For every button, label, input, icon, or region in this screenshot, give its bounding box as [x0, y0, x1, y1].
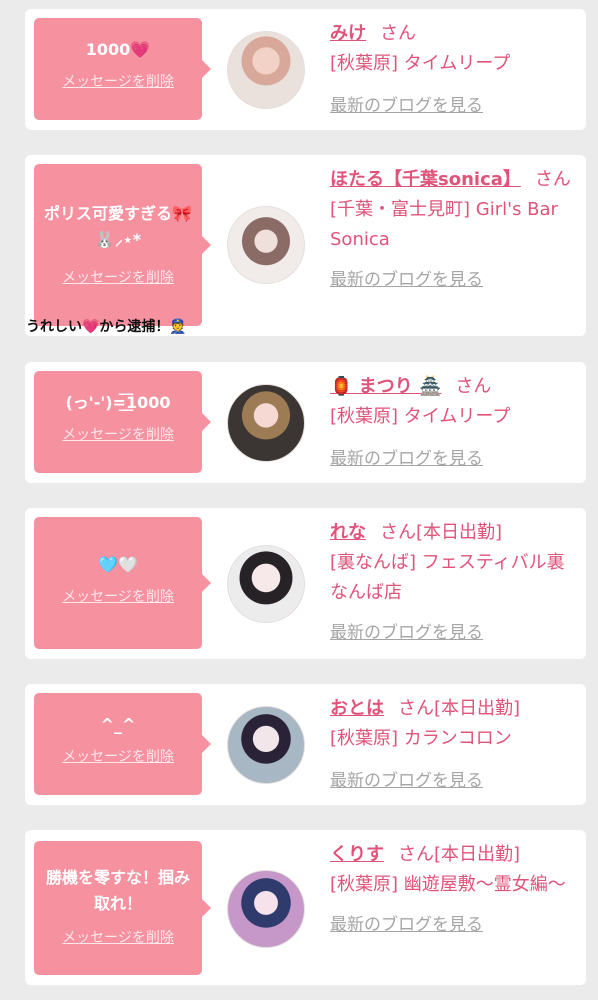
- cast-name-link[interactable]: れな: [330, 522, 366, 543]
- honorific: さん[本日出勤]: [398, 698, 521, 719]
- shop-label: [秋葉原] 幽遊屋敷〜霊女編〜: [330, 874, 566, 895]
- latest-blog-link[interactable]: 最新のブログを見る: [330, 766, 580, 796]
- cast-name-link[interactable]: みけ: [330, 23, 366, 44]
- latest-blog-link[interactable]: 最新のブログを見る: [330, 444, 580, 474]
- honorific: さん: [534, 169, 571, 190]
- delete-message-link[interactable]: メッセージを削除: [62, 746, 174, 766]
- avatar[interactable]: [227, 545, 305, 623]
- shop-label: [秋葉原] カランコロン: [330, 728, 512, 749]
- delete-message-link[interactable]: メッセージを削除: [62, 424, 174, 444]
- message-text: (っ'-')=͟͟͞͞1000: [65, 393, 171, 412]
- avatar[interactable]: [227, 870, 305, 948]
- message-card: 1000💗 メッセージを削除 みけ さん [秋葉原] タイムリープ 最新のブログを…: [25, 9, 586, 130]
- shop-label: [秋葉原] タイムリープ: [330, 53, 511, 74]
- shop-label: [千葉・富士見町] Girl's Bar Sonica: [330, 199, 558, 250]
- message-bubble: ^_^ メッセージを削除: [34, 693, 211, 795]
- message-card: 🩵🤍 メッセージを削除 れな さん[本日出勤] [裏なんば] フェスティバル裏なん…: [25, 508, 586, 659]
- message-text: ^_^: [100, 715, 136, 734]
- latest-blog-link[interactable]: 最新のブログを見る: [330, 910, 580, 940]
- cast-name-link[interactable]: ほたる【千葉sonica】: [330, 169, 521, 190]
- honorific: さん[本日出勤]: [380, 522, 503, 543]
- shop-label: [裏なんば] フェスティバル裏なんば店: [330, 552, 565, 603]
- cast-name-link[interactable]: おとは: [330, 698, 384, 719]
- message-bubble: 🩵🤍 メッセージを削除: [34, 517, 211, 649]
- honorific: さん: [455, 376, 492, 397]
- message-text: 勝機を零すな！掴み取れ！: [45, 868, 190, 913]
- avatar[interactable]: [227, 384, 305, 462]
- overlay-note: うれしい💗から逮捕！👮: [26, 319, 187, 335]
- avatar[interactable]: [227, 31, 305, 109]
- message-card: 勝機を零すな！掴み取れ！ メッセージを削除 くりす さん[本日出勤] [秋葉原] …: [25, 830, 586, 985]
- latest-blog-link[interactable]: 最新のブログを見る: [330, 265, 580, 295]
- latest-blog-link[interactable]: 最新のブログを見る: [330, 91, 580, 121]
- delete-message-link[interactable]: メッセージを削除: [62, 267, 174, 287]
- message-card: (っ'-')=͟͟͞͞1000 メッセージを削除 🏮 まつり 🏯 さん [秋葉原]…: [25, 362, 586, 483]
- message-text: 1000💗: [85, 40, 151, 59]
- honorific: さん: [380, 23, 416, 44]
- avatar[interactable]: [227, 706, 305, 784]
- honorific: さん[本日出勤]: [398, 844, 521, 865]
- latest-blog-link[interactable]: 最新のブログを見る: [330, 618, 580, 648]
- delete-message-link[interactable]: メッセージを削除: [62, 927, 174, 947]
- delete-message-link[interactable]: メッセージを削除: [62, 586, 174, 606]
- message-text: ポリス可愛すぎる🎀🐰⸝⋆*: [44, 204, 192, 249]
- cast-name-link[interactable]: 🏮 まつり 🏯: [330, 376, 441, 397]
- message-bubble: 1000💗 メッセージを削除: [34, 18, 211, 120]
- message-card: ^_^ メッセージを削除 おとは さん[本日出勤] [秋葉原] カランコロン 最新…: [25, 684, 586, 805]
- avatar[interactable]: [227, 206, 305, 284]
- delete-message-link[interactable]: メッセージを削除: [62, 71, 174, 91]
- message-bubble: 勝機を零すな！掴み取れ！ メッセージを削除: [34, 841, 211, 975]
- message-bubble: ポリス可愛すぎる🎀🐰⸝⋆* メッセージを削除: [34, 164, 211, 326]
- message-card: ポリス可愛すぎる🎀🐰⸝⋆* メッセージを削除 ほたる【千葉sonica】 さん […: [25, 155, 586, 336]
- shop-label: [秋葉原] タイムリープ: [330, 406, 511, 427]
- message-bubble: (っ'-')=͟͟͞͞1000 メッセージを削除: [34, 371, 211, 473]
- message-text: 🩵🤍: [98, 555, 138, 574]
- cast-name-link[interactable]: くりす: [330, 844, 384, 865]
